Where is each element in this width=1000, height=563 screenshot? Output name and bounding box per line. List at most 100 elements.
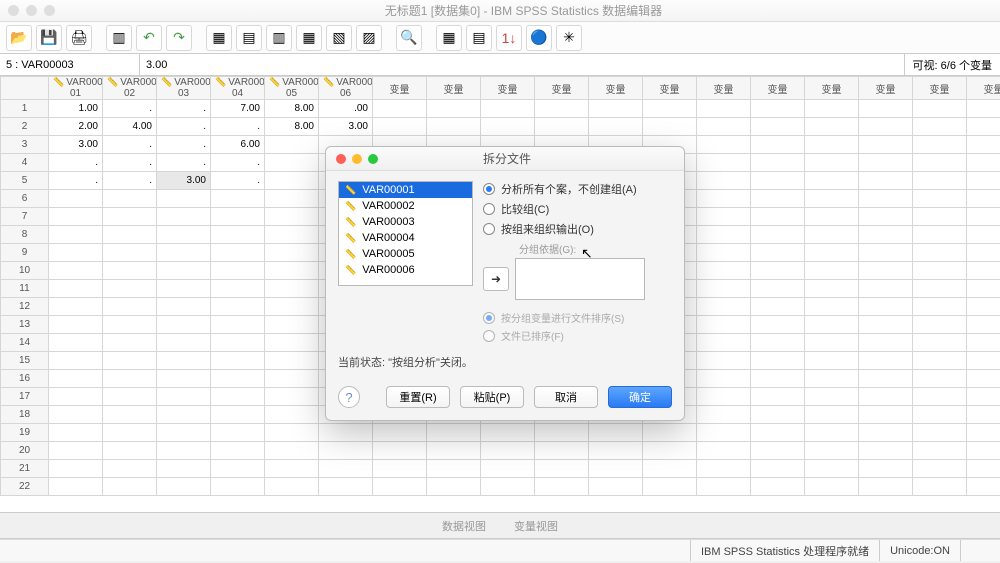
data-cell[interactable]	[697, 370, 751, 388]
data-cell[interactable]	[265, 370, 319, 388]
data-cell[interactable]	[697, 388, 751, 406]
data-cell[interactable]	[697, 208, 751, 226]
data-cell[interactable]	[913, 478, 967, 496]
data-cell[interactable]	[967, 406, 1000, 424]
row-header[interactable]: 18	[1, 406, 49, 424]
data-cell[interactable]	[211, 460, 265, 478]
data-cell[interactable]	[103, 208, 157, 226]
data-cell[interactable]	[589, 460, 643, 478]
row-header[interactable]: 20	[1, 442, 49, 460]
data-cell[interactable]	[751, 226, 805, 244]
data-cell[interactable]	[157, 424, 211, 442]
data-cell[interactable]	[319, 424, 373, 442]
data-cell[interactable]	[211, 298, 265, 316]
data-cell[interactable]	[913, 424, 967, 442]
data-cell[interactable]	[967, 370, 1000, 388]
data-cell[interactable]	[481, 460, 535, 478]
row-header[interactable]: 13	[1, 316, 49, 334]
data-cell[interactable]	[265, 244, 319, 262]
variable-item[interactable]: 📏VAR00006	[339, 262, 472, 278]
data-cell[interactable]	[697, 280, 751, 298]
data-cell[interactable]	[49, 334, 103, 352]
data-cell[interactable]	[265, 388, 319, 406]
column-header[interactable]: 📏VAR00005	[265, 77, 319, 100]
data-cell[interactable]	[913, 280, 967, 298]
data-cell[interactable]	[913, 244, 967, 262]
data-cell[interactable]: .	[157, 136, 211, 154]
close-dot[interactable]	[8, 5, 19, 16]
recall-icon[interactable]: ▥	[106, 25, 132, 51]
data-cell[interactable]: .	[49, 172, 103, 190]
data-cell[interactable]	[319, 460, 373, 478]
data-cell[interactable]	[211, 244, 265, 262]
data-cell[interactable]	[697, 352, 751, 370]
data-cell[interactable]	[697, 460, 751, 478]
data-cell[interactable]	[967, 460, 1000, 478]
data-cell[interactable]	[805, 316, 859, 334]
data-cell[interactable]	[157, 478, 211, 496]
data-cell[interactable]	[697, 100, 751, 118]
data-cell[interactable]: 3.00	[49, 136, 103, 154]
row-header[interactable]: 12	[1, 298, 49, 316]
data-cell[interactable]	[751, 406, 805, 424]
data-cell[interactable]: .	[157, 118, 211, 136]
data-cell[interactable]	[805, 172, 859, 190]
data-cell[interactable]	[913, 190, 967, 208]
row-header[interactable]: 19	[1, 424, 49, 442]
data-cell[interactable]	[751, 280, 805, 298]
data-cell[interactable]	[427, 442, 481, 460]
minimize-dot[interactable]	[26, 5, 37, 16]
data-cell[interactable]	[913, 442, 967, 460]
tab-variable-view[interactable]: 变量视图	[504, 514, 568, 538]
data-cell[interactable]	[265, 208, 319, 226]
data-cell[interactable]	[967, 262, 1000, 280]
data-cell[interactable]	[967, 244, 1000, 262]
data-cell[interactable]	[967, 226, 1000, 244]
data-cell[interactable]	[967, 172, 1000, 190]
variable-item[interactable]: 📏VAR00002	[339, 198, 472, 214]
data-cell[interactable]	[859, 388, 913, 406]
data-cell[interactable]	[319, 478, 373, 496]
data-cell[interactable]	[697, 172, 751, 190]
data-cell[interactable]	[589, 442, 643, 460]
data-cell[interactable]	[697, 442, 751, 460]
data-cell[interactable]	[697, 478, 751, 496]
goto-icon[interactable]: ▦	[206, 25, 232, 51]
tab-data-view[interactable]: 数据视图	[432, 514, 496, 538]
data-cell[interactable]	[697, 244, 751, 262]
data-cell[interactable]	[751, 334, 805, 352]
data-cell[interactable]	[805, 136, 859, 154]
data-cell[interactable]	[967, 298, 1000, 316]
open-icon[interactable]: 📂	[6, 25, 32, 51]
dialog-titlebar[interactable]: 拆分文件	[326, 147, 684, 171]
undo-icon[interactable]: ↶	[136, 25, 162, 51]
data-cell[interactable]	[103, 334, 157, 352]
row-header[interactable]: 15	[1, 352, 49, 370]
cell-name[interactable]: 5 : VAR00003	[0, 54, 140, 75]
data-cell[interactable]	[265, 460, 319, 478]
data-cell[interactable]	[751, 118, 805, 136]
data-cell[interactable]	[967, 316, 1000, 334]
data-cell[interactable]	[427, 478, 481, 496]
data-cell[interactable]	[157, 190, 211, 208]
empty-column[interactable]: 变量	[427, 77, 481, 100]
data-cell[interactable]	[751, 352, 805, 370]
data-cell[interactable]	[805, 226, 859, 244]
row-header[interactable]: 2	[1, 118, 49, 136]
data-cell[interactable]	[157, 316, 211, 334]
data-cell[interactable]: 6.00	[211, 136, 265, 154]
data-cell[interactable]: .	[103, 100, 157, 118]
radio-analyze-all[interactable]: 分析所有个案，不创建组(A)	[483, 181, 672, 197]
data-cell[interactable]	[913, 208, 967, 226]
data-cell[interactable]	[805, 352, 859, 370]
data-cell[interactable]	[427, 118, 481, 136]
data-cell[interactable]	[805, 460, 859, 478]
data-cell[interactable]	[265, 316, 319, 334]
data-cell[interactable]	[103, 244, 157, 262]
data-cell[interactable]	[589, 478, 643, 496]
data-cell[interactable]	[103, 280, 157, 298]
data-cell[interactable]	[697, 334, 751, 352]
data-cell[interactable]	[643, 478, 697, 496]
dialog-zoom-icon[interactable]	[368, 154, 378, 164]
data-cell[interactable]	[751, 154, 805, 172]
